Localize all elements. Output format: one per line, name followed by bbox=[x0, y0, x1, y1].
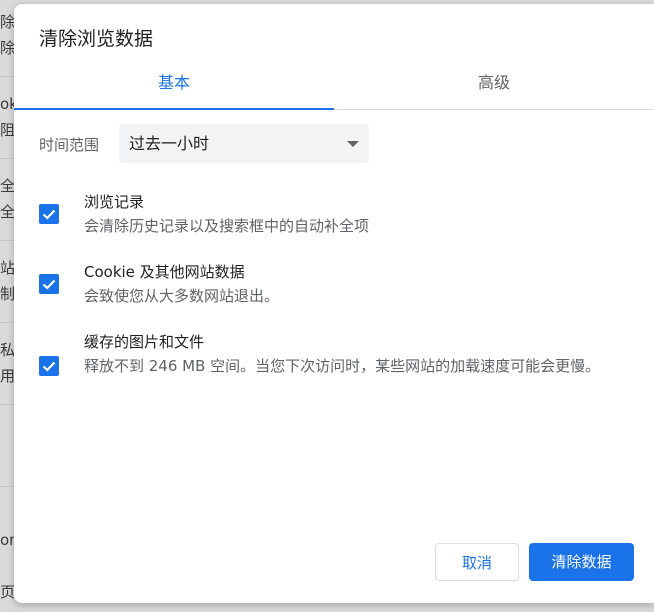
time-range-label: 时间范围 bbox=[39, 136, 100, 154]
checkmark-icon bbox=[42, 209, 56, 220]
option-description: 会致使您从大多数网站退出。 bbox=[84, 287, 280, 305]
option-description: 会清除历史记录以及搜索框中的自动补全项 bbox=[84, 217, 370, 235]
tab-advanced[interactable]: 高级 bbox=[334, 68, 654, 109]
tab-bar: 基本 高级 bbox=[14, 68, 654, 110]
option-title: 浏览记录 bbox=[84, 193, 145, 211]
option-description: 释放不到 246 MB 空间。当您下次访问时，某些网站的加载速度可能会更慢。 bbox=[84, 357, 601, 375]
time-range-select[interactable]: 过去一小时 bbox=[119, 124, 369, 163]
active-tab-indicator bbox=[14, 108, 334, 110]
checkmark-icon bbox=[42, 361, 56, 372]
checkmark-icon bbox=[42, 279, 56, 290]
tab-basic[interactable]: 基本 bbox=[14, 68, 334, 109]
clear-data-button[interactable]: 清除数据 bbox=[529, 543, 634, 581]
option-title: Cookie 及其他网站数据 bbox=[84, 263, 245, 281]
time-range-value: 过去一小时 bbox=[129, 134, 210, 153]
option-title: 缓存的图片和文件 bbox=[84, 333, 205, 351]
cached-files-checkbox[interactable] bbox=[39, 356, 59, 376]
browsing-history-checkbox[interactable] bbox=[39, 204, 59, 224]
cookies-checkbox[interactable] bbox=[39, 274, 59, 294]
clear-browsing-data-dialog: 清除浏览数据 基本 高级 时间范围 过去一小时 浏览记录 会清除历史记录以及搜索… bbox=[14, 4, 654, 603]
dialog-title: 清除浏览数据 bbox=[39, 28, 154, 50]
dropdown-arrow-icon bbox=[347, 141, 359, 147]
cancel-button[interactable]: 取消 bbox=[435, 543, 519, 581]
